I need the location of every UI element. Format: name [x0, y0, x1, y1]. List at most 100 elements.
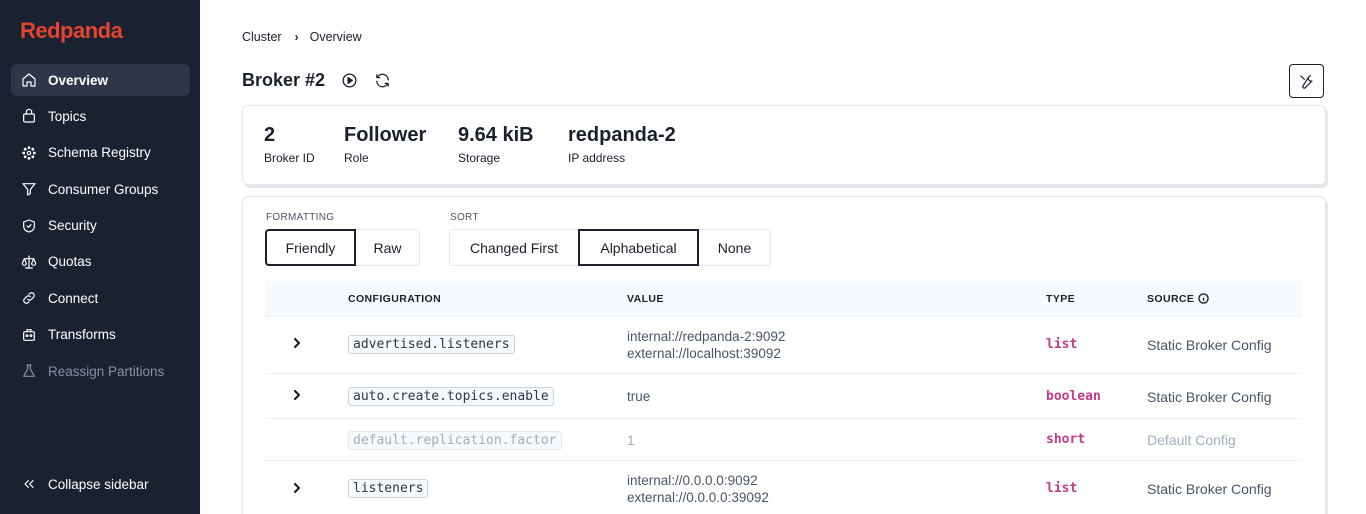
- config-source: Default Config: [1147, 432, 1236, 448]
- sidebar-item-quotas[interactable]: Quotas: [11, 246, 190, 278]
- config-type: list: [1046, 337, 1078, 352]
- config-type: boolean: [1046, 389, 1101, 404]
- config-value-line: true: [627, 389, 651, 404]
- config-source: Static Broker Config: [1147, 389, 1272, 405]
- sidebar-item-label: Overview: [48, 72, 109, 88]
- config-table: CONFIGURATION VALUE TYPE SOURCE advertis…: [265, 281, 1302, 514]
- config-value-line: external://localhost:39092: [627, 346, 781, 361]
- stat-label: Storage: [458, 151, 501, 165]
- sidebar-nav: Overview Topics Schema Registry Consumer…: [11, 64, 190, 392]
- schema-registry-icon: [21, 145, 37, 161]
- expand-chevron-icon[interactable]: [291, 388, 303, 406]
- transforms-icon: [21, 327, 37, 343]
- column-header-configuration[interactable]: CONFIGURATION: [348, 293, 441, 305]
- column-header-value[interactable]: VALUE: [627, 293, 664, 305]
- shield-icon: [21, 218, 37, 234]
- sort-toggle: Changed First Alphabetical None: [449, 229, 771, 266]
- sidebar-item-label: Schema Registry: [48, 145, 151, 161]
- wrench-icon: [1298, 73, 1315, 90]
- redpanda-logo[interactable]: Redpanda: [20, 18, 123, 44]
- flask-icon: [21, 363, 37, 379]
- config-value-line: 1: [627, 433, 635, 448]
- config-source: Static Broker Config: [1147, 337, 1272, 353]
- sort-changed-first-button[interactable]: Changed First: [449, 229, 579, 266]
- breadcrumb-item-overview[interactable]: Overview: [310, 30, 362, 44]
- refresh-icon[interactable]: [373, 72, 391, 90]
- config-value-line: internal://redpanda-2:9092: [627, 329, 786, 344]
- stat-value: Follower: [344, 124, 427, 146]
- scale-icon: [21, 254, 37, 270]
- topics-icon: [21, 108, 37, 124]
- sidebar-item-schema-registry[interactable]: Schema Registry: [11, 137, 190, 169]
- column-header-type[interactable]: TYPE: [1046, 293, 1075, 305]
- info-icon[interactable]: [1198, 293, 1210, 304]
- expand-chevron-icon[interactable]: [291, 336, 303, 354]
- config-value-line: external://0.0.0.0:39092: [627, 490, 769, 505]
- sort-label: SORT: [450, 212, 479, 223]
- config-value: internal://0.0.0.0:9092 external://0.0.0…: [627, 472, 769, 506]
- table-row[interactable]: advertised.listeners internal://redpanda…: [265, 317, 1302, 374]
- config-name: auto.create.topics.enable: [348, 387, 554, 406]
- column-header-source[interactable]: SOURCE: [1147, 292, 1210, 305]
- sidebar-item-label: Connect: [48, 290, 99, 306]
- stat-storage: 9.64 kiB Storage: [458, 124, 534, 165]
- sidebar-item-label: Security: [48, 218, 97, 234]
- config-name: listeners: [348, 479, 429, 498]
- sidebar-item-security[interactable]: Security: [11, 210, 190, 242]
- table-row[interactable]: listeners internal://0.0.0.0:9092 extern…: [265, 461, 1302, 514]
- source-header-label: SOURCE: [1147, 292, 1195, 305]
- format-raw-button[interactable]: Raw: [355, 229, 420, 266]
- sidebar-item-connect[interactable]: Connect: [11, 282, 190, 314]
- sidebar-item-label: Reassign Partitions: [48, 363, 165, 379]
- stat-broker-id: 2 Broker ID: [264, 124, 315, 165]
- sidebar-item-label: Consumer Groups: [48, 181, 159, 197]
- config-value: internal://redpanda-2:9092 external://lo…: [627, 328, 785, 362]
- config-name: default.replication.factor: [348, 431, 562, 450]
- sidebar-item-overview[interactable]: Overview: [11, 64, 190, 96]
- sidebar-item-topics[interactable]: Topics: [11, 100, 190, 132]
- breadcrumb-item-cluster[interactable]: Cluster: [242, 30, 282, 44]
- page-title: Broker #2: [242, 70, 326, 90]
- stat-label: Broker ID: [264, 151, 315, 165]
- stat-ip-address: redpanda-2 IP address: [568, 124, 676, 165]
- stat-value: 2: [264, 124, 276, 146]
- config-value-line: internal://0.0.0.0:9092: [627, 473, 758, 488]
- expand-chevron-icon[interactable]: [291, 481, 303, 499]
- collapse-sidebar-button[interactable]: Collapse sidebar: [21, 476, 149, 492]
- stat-role: Follower Role: [344, 124, 426, 165]
- configuration-card: FORMATTING Friendly Raw SORT Changed Fir…: [242, 196, 1326, 514]
- sort-alphabetical-button[interactable]: Alphabetical: [578, 229, 699, 266]
- table-row[interactable]: auto.create.topics.enable true boolean S…: [265, 374, 1302, 419]
- stat-label: Role: [344, 151, 369, 165]
- sort-none-button[interactable]: None: [698, 229, 771, 266]
- sidebar-item-reassign-partitions: Reassign Partitions: [11, 355, 190, 387]
- link-icon: [21, 290, 37, 306]
- sidebar-item-label: Topics: [48, 108, 87, 124]
- config-value: 1: [627, 432, 635, 449]
- format-friendly-button[interactable]: Friendly: [265, 229, 356, 266]
- sidebar: Redpanda Overview Topics Schema Registry…: [0, 0, 200, 514]
- stat-label: IP address: [568, 151, 626, 165]
- broker-stats-card: 2 Broker ID Follower Role 9.64 kiB Stora…: [242, 105, 1326, 185]
- sidebar-item-transforms[interactable]: Transforms: [11, 319, 190, 351]
- config-value: true: [627, 388, 650, 405]
- sidebar-item-consumer-groups[interactable]: Consumer Groups: [11, 173, 190, 205]
- filter-icon: [21, 181, 37, 197]
- stat-value: 9.64 kiB: [458, 124, 534, 146]
- table-row: default.replication.factor 1 short Defau…: [265, 419, 1302, 461]
- collapse-sidebar-label: Collapse sidebar: [48, 476, 149, 492]
- config-source: Static Broker Config: [1147, 481, 1272, 497]
- home-icon: [21, 72, 37, 88]
- config-type: short: [1046, 432, 1086, 447]
- config-type: list: [1046, 481, 1078, 496]
- chevron-right-icon: ›: [294, 30, 299, 44]
- formatting-label: FORMATTING: [266, 212, 335, 223]
- main-content: Cluster › Overview Broker #2 2 Broker ID…: [200, 0, 1366, 514]
- page-header: Broker #2: [242, 70, 391, 91]
- formatting-toggle: Friendly Raw: [265, 229, 420, 266]
- sidebar-item-label: Transforms: [48, 327, 116, 343]
- play-circle-icon[interactable]: [340, 72, 358, 90]
- maintenance-button[interactable]: [1289, 64, 1324, 98]
- double-chevron-left-icon: [21, 476, 37, 492]
- sidebar-item-label: Quotas: [48, 254, 92, 270]
